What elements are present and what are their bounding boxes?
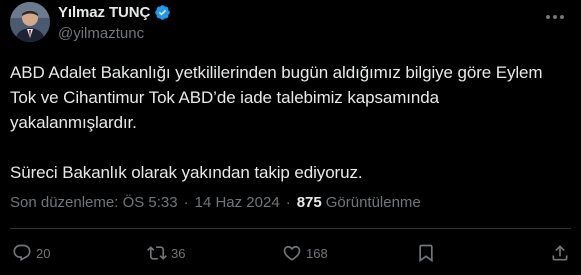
tweet-text: ABD Adalet Bakanlığı yetkililerinden bug… xyxy=(10,60,570,185)
bookmark-button[interactable] xyxy=(416,243,436,263)
like-count: 168 xyxy=(306,245,328,261)
author-display-name[interactable]: Yılmaz TUNÇ xyxy=(58,4,150,21)
share-button[interactable] xyxy=(550,243,570,263)
verified-badge-icon xyxy=(154,4,171,21)
avatar[interactable] xyxy=(10,2,50,42)
repost-count: 36 xyxy=(171,245,186,261)
author-handle[interactable]: @yilmaztunc xyxy=(58,25,171,42)
post-date[interactable]: 14 Haz 2024 xyxy=(195,194,280,211)
share-icon xyxy=(550,243,570,263)
views-label: Görüntülenme xyxy=(325,194,421,211)
edited-timestamp[interactable]: Son düzenleme: ÖS 5:33 xyxy=(10,194,178,211)
divider xyxy=(10,228,571,229)
bookmark-icon xyxy=(416,243,436,263)
meta-separator: · xyxy=(285,194,291,211)
repost-button[interactable]: 36 xyxy=(147,243,185,263)
views-count: 875 xyxy=(296,194,322,211)
action-bar: 20 36 168 xyxy=(10,243,570,265)
heart-icon xyxy=(282,243,302,263)
tweet-paragraph: Süreci Bakanlık olarak yakından takip ed… xyxy=(10,163,363,182)
more-options-icon[interactable] xyxy=(543,8,567,26)
reply-icon xyxy=(12,243,32,263)
meta-separator: · xyxy=(183,194,189,211)
reply-button[interactable]: 20 xyxy=(12,243,50,263)
tweet-header: Yılmaz TUNÇ @yilmaztunc xyxy=(10,2,571,46)
reply-count: 20 xyxy=(36,245,51,261)
tweet-meta: Son düzenleme: ÖS 5:33 · 14 Haz 2024 · 8… xyxy=(10,194,421,211)
tweet-card: Yılmaz TUNÇ @yilmaztunc ABD Adalet Bakan… xyxy=(0,0,581,275)
author-names: Yılmaz TUNÇ @yilmaztunc xyxy=(58,2,171,42)
repost-icon xyxy=(147,243,167,263)
tweet-paragraph: ABD Adalet Bakanlığı yetkililerinden bug… xyxy=(10,63,543,132)
like-button[interactable]: 168 xyxy=(282,243,328,263)
